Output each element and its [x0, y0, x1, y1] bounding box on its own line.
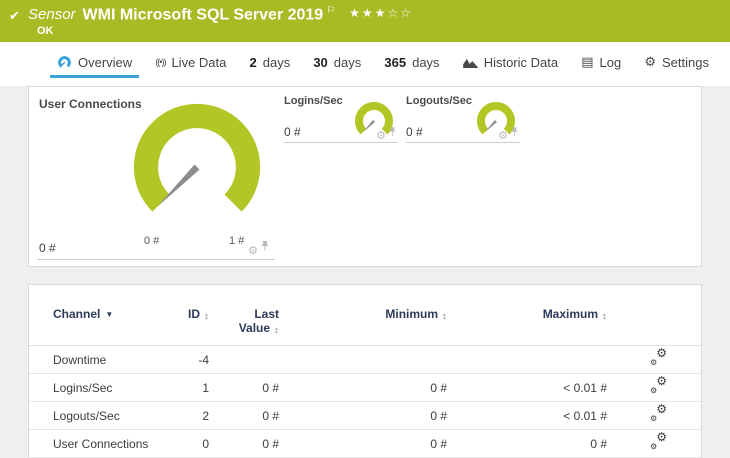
cell-id: 0 [202, 436, 209, 451]
cell-id: 1 [202, 380, 209, 395]
broadcast-icon: ((•)) [155, 57, 166, 67]
tab-2-days[interactable]: 2 days [243, 51, 298, 78]
column-header-minimum[interactable]: Minimum ▲ ▼ [279, 307, 447, 322]
edit-channel-icon[interactable]: ⚙ ⚙ [650, 375, 667, 395]
tab-number: 365 [384, 54, 407, 70]
tab-label: days [412, 54, 440, 70]
cell-maximum: 0 # [590, 436, 607, 451]
tab-30-days[interactable]: 30 days [306, 51, 368, 78]
column-header-channel[interactable]: Channel ▼ [53, 307, 153, 321]
log-list-icon: ▤ [581, 54, 594, 69]
table-row-user-connections: User Connections 0 0 # 0 # 0 # ⚙ ⚙ [29, 430, 701, 458]
tab-365-days[interactable]: 365 days [377, 51, 446, 78]
gauge-last-value: 0 # [406, 125, 423, 139]
user-connections-gauge [133, 103, 261, 231]
cell-maximum: < 0.01 # [563, 408, 607, 423]
column-header-last-value[interactable]: Last Value ▲ ▼ [209, 307, 279, 336]
table-header-row: Channel ▼ ID ▲ ▼ Last Value ▲ ▼ Minimum ▲ ▼ Max… [29, 285, 701, 346]
gauge-settings-gear-icon[interactable]: ⚙ [498, 131, 508, 142]
gauge-tile-logins-sec: Logins/Sec 0 # ⚙ [284, 93, 398, 143]
tab-label: days [333, 54, 362, 70]
gauges-panel: User Connections 0 # 1 # 0 # ⚙ Logins/Se… [28, 86, 702, 267]
tab-number: 2 [249, 54, 257, 70]
tab-label: Historic Data [483, 54, 559, 70]
tab-number: 30 [313, 54, 328, 70]
pin-icon[interactable] [261, 239, 269, 257]
sensor-title-line: Sensor WMI Microsoft SQL Server 2019 ⚐ ★★★☆… [28, 5, 413, 24]
gauge-tile-logouts-sec: Logouts/Sec 0 # ⚙ [406, 93, 520, 143]
tab-label: Log [599, 54, 622, 70]
cell-minimum: 0 # [430, 436, 447, 451]
cell-channel: User Connections [53, 436, 149, 451]
cell-channel: Downtime [53, 352, 107, 367]
cell-maximum: < 0.01 # [563, 380, 607, 395]
cell-last-value: 0 # [262, 380, 279, 395]
sensor-status-text: OK [37, 25, 54, 37]
gauge-title: Logins/Sec [284, 95, 343, 107]
table-row-logouts-sec: Logouts/Sec 2 0 # 0 # < 0.01 # ⚙ ⚙ [29, 402, 701, 430]
overview-gauge-icon [57, 55, 72, 70]
gauge-scale-max: 1 # [229, 235, 245, 247]
priority-stars[interactable]: ★★★☆☆ [349, 6, 413, 20]
pin-icon[interactable] [389, 124, 396, 142]
gauge-tile-user-connections: User Connections 0 # 1 # 0 # ⚙ [37, 93, 275, 260]
gauge-settings-gear-icon[interactable]: ⚙ [248, 246, 258, 257]
gauge-title: User Connections [39, 97, 142, 111]
edit-channel-icon[interactable]: ⚙ ⚙ [650, 347, 667, 367]
gauge-last-value: 0 # [284, 125, 301, 139]
tab-overview[interactable]: Overview [50, 51, 140, 78]
tab-historic-data[interactable]: Historic Data [456, 51, 565, 78]
column-header-id[interactable]: ID ▲ ▼ [153, 307, 209, 322]
gauge-last-value: 0 # [39, 241, 56, 255]
cell-minimum: 0 # [430, 408, 447, 423]
tab-live-data[interactable]: ((•)) Live Data [148, 51, 233, 78]
ok-check-icon: ✔ [9, 8, 20, 23]
tab-settings[interactable]: ⚙ Settings [637, 51, 716, 78]
tab-label: days [262, 54, 291, 70]
tab-label: Overview [78, 54, 133, 70]
table-row-downtime: Downtime -4 ⚙ ⚙ [29, 346, 701, 374]
gauge-scale-min: 0 # [144, 235, 160, 247]
cell-id: 2 [202, 408, 209, 423]
sensor-kind-label: Sensor [28, 6, 76, 24]
cell-channel: Logins/Sec [53, 380, 113, 395]
channels-table: Channel ▼ ID ▲ ▼ Last Value ▲ ▼ Minimum ▲ ▼ Max… [28, 284, 702, 458]
cell-last-value: 0 # [262, 436, 279, 451]
area-chart-icon [462, 57, 478, 68]
cell-channel: Logouts/Sec [53, 408, 120, 423]
priority-flag-icon: ⚐ [326, 5, 336, 16]
tab-label: Settings [662, 54, 709, 70]
sort-desc-icon: ▼ [105, 310, 114, 319]
cell-minimum: 0 # [430, 380, 447, 395]
gauge-title: Logouts/Sec [406, 95, 473, 107]
page-title: WMI Microsoft SQL Server 2019 [82, 6, 324, 24]
cell-id: -4 [198, 352, 209, 367]
column-header-maximum[interactable]: Maximum ▲ ▼ [447, 307, 607, 322]
tab-label: Live Data [171, 54, 227, 70]
sort-icon: ▲ ▼ [274, 326, 279, 336]
gauge-settings-gear-icon[interactable]: ⚙ [376, 131, 386, 142]
tab-bar: Overview ((•)) Live Data 2 days 30 days … [0, 42, 730, 86]
edit-channel-icon[interactable]: ⚙ ⚙ [650, 403, 667, 423]
edit-channel-icon[interactable]: ⚙ ⚙ [650, 431, 667, 451]
pin-icon[interactable] [511, 124, 518, 142]
gear-icon: ⚙ [644, 54, 657, 69]
tab-log[interactable]: ▤ Log [574, 51, 628, 78]
cell-last-value: 0 # [262, 408, 279, 423]
sort-icon: ▲ ▼ [602, 312, 607, 322]
sensor-status-bar: ✔ Sensor WMI Microsoft SQL Server 2019 ⚐ ★★… [0, 0, 730, 42]
table-row-logins-sec: Logins/Sec 1 0 # 0 # < 0.01 # ⚙ ⚙ [29, 374, 701, 402]
